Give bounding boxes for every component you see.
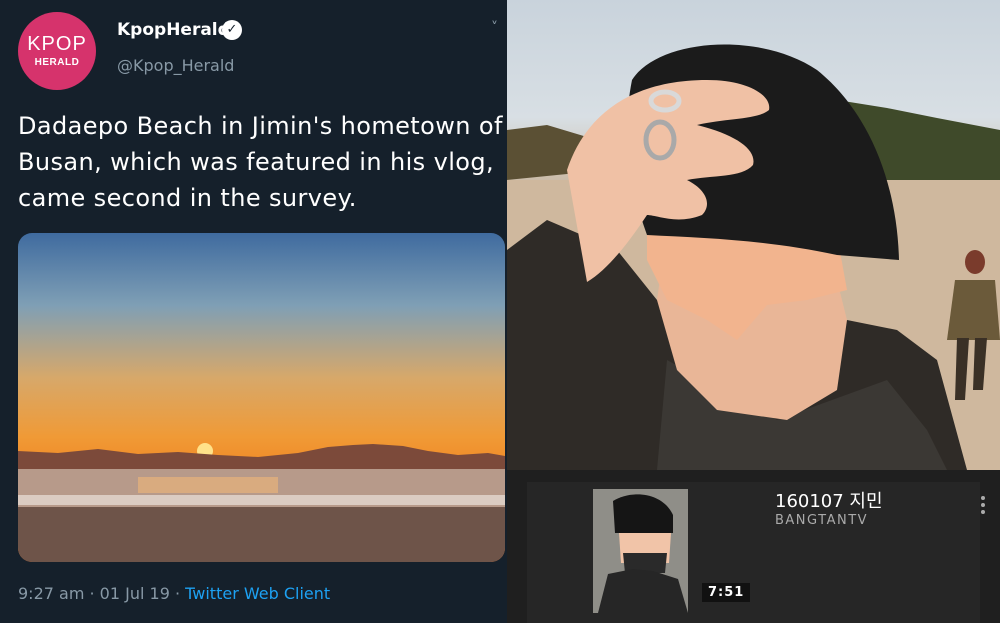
video-frame[interactable] (507, 0, 1000, 470)
menu-dot (981, 503, 985, 507)
tweet-photo-sunset[interactable] (18, 233, 505, 562)
menu-dot (981, 496, 985, 500)
mountain-silhouette (18, 444, 505, 469)
tweet-text: Dadaepo Beach in Jimin's hometown of Bus… (18, 112, 503, 212)
thumbnail-illustration (593, 489, 688, 613)
menu-dot (981, 510, 985, 514)
tweet-time[interactable]: 9:27 am (18, 584, 84, 603)
verified-badge-icon: ✓ (222, 20, 242, 40)
tweet-metadata: 9:27 am · 01 Jul 19 · Twitter Web Client (18, 584, 330, 603)
user-handle[interactable]: @Kpop_Herald (117, 56, 234, 75)
channel-name[interactable]: BANGTANTV (775, 513, 868, 528)
meta-separator: · (169, 584, 186, 603)
tweet-date[interactable]: 01 Jul 19 (100, 584, 170, 603)
youtube-video-card[interactable]: 7:51 160107 지민 BANGTANTV (507, 470, 1000, 623)
sea-glare (138, 477, 278, 493)
video-frame-illustration (507, 44, 1000, 470)
video-title[interactable]: 160107 지민 (775, 487, 883, 513)
more-vert-icon[interactable] (979, 496, 987, 514)
shore-waves (18, 495, 505, 505)
tweet-card: KPOP HERALD KpopHerald ✓ @Kpop_Herald ˅ … (0, 0, 507, 623)
display-name[interactable]: KpopHerald (117, 20, 230, 40)
chevron-down-icon[interactable]: ˅ (491, 20, 498, 36)
tweet-client-link[interactable]: Twitter Web Client (185, 584, 330, 603)
video-duration-badge: 7:51 (702, 583, 751, 602)
avatar-logo-text-herald: HERALD (34, 57, 80, 68)
meta-separator: · (84, 584, 100, 603)
sunset-illustration (18, 443, 505, 562)
sand (18, 507, 505, 562)
avatar-logo-text-kpop: KPOP (27, 33, 87, 55)
kpopherald-avatar[interactable]: KPOP HERALD (18, 12, 96, 90)
video-thumbnail[interactable] (593, 489, 688, 613)
